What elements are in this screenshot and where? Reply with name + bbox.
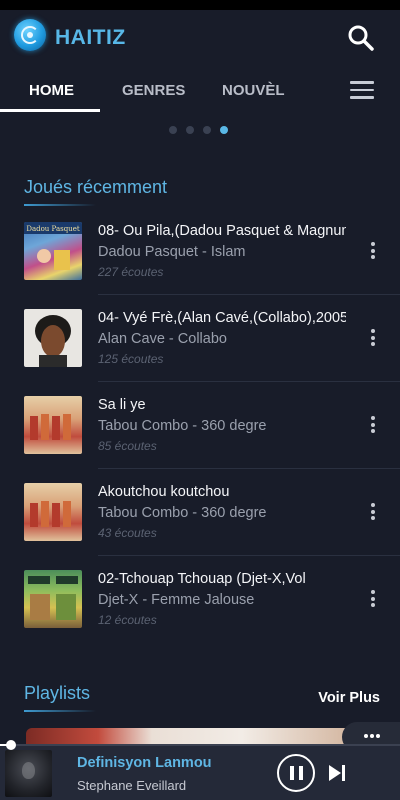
track-artist-album: Tabou Combo - 360 degre [98,418,267,434]
play-count: 43 écoutes [98,526,157,540]
tab-genres[interactable]: GENRES [122,82,185,99]
track-artist-album: Djet-X - Femme Jalouse [98,592,255,608]
track-title: 04- Vyé Frè,(Alan Cavé,(Collabo),2005 [98,310,346,326]
mini-player[interactable]: Definisyon Lanmou Stephane Eveillard [0,740,400,800]
skip-next-icon [329,765,345,781]
track-title: 02-Tchouap Tchouap (Djet-X,Vol [98,571,306,587]
tab-home[interactable]: HOME [29,82,74,99]
track-artist-album: Tabou Combo - 360 degre [98,505,267,521]
album-cover [24,570,82,628]
list-item[interactable]: Dadou Pasquet 08- Ou Pila,(Dadou Pasquet… [0,208,400,295]
album-cover [24,309,82,367]
active-tab-indicator [0,109,100,112]
app-logo-icon [14,19,46,51]
app-bar: HAITIZ [0,10,400,68]
list-item[interactable]: Akoutchou koutchou Tabou Combo - 360 deg… [0,469,400,556]
list-item[interactable]: Sa li ye Tabou Combo - 360 degre 85 écou… [0,382,400,469]
more-vertical-icon[interactable] [370,329,376,347]
play-count: 12 écoutes [98,613,157,627]
app-title: HAITIZ [55,26,126,49]
recent-tracks-list: Dadou Pasquet 08- Ou Pila,(Dadou Pasquet… [0,208,400,643]
pause-icon [290,766,294,780]
track-title: Akoutchou koutchou [98,484,230,500]
more-vertical-icon[interactable] [370,416,376,434]
album-cover: Dadou Pasquet [24,222,82,280]
album-cover [24,396,82,454]
carousel-dot-active[interactable] [220,126,228,134]
carousel-indicator [169,126,228,134]
more-vertical-icon[interactable] [370,503,376,521]
track-artist-album: Alan Cave - Collabo [98,331,227,347]
search-icon [348,25,374,51]
track-artist-album: Dadou Pasquet - Islam [98,244,246,260]
progress-handle[interactable] [6,740,16,750]
more-vertical-icon[interactable] [370,590,376,608]
more-vertical-icon[interactable] [370,242,376,260]
album-cover [24,483,82,541]
play-count: 85 écoutes [98,439,157,453]
play-count: 125 écoutes [98,352,164,366]
now-playing-title: Definisyon Lanmou [77,755,212,771]
pause-button[interactable] [277,754,315,792]
tab-nouvel[interactable]: NOUVÈL [222,82,285,99]
list-item[interactable]: 02-Tchouap Tchouap (Djet-X,Vol Djet-X - … [0,556,400,643]
carousel-dot[interactable] [186,126,194,134]
recent-section-title: Joués récemment [24,177,168,206]
list-item[interactable]: 04- Vyé Frè,(Alan Cavé,(Collabo),2005 Al… [0,295,400,382]
playlists-section-title: Playlists [24,683,97,712]
cover-text: Dadou Pasquet [26,225,80,233]
hamburger-menu-icon[interactable] [350,81,374,99]
tab-bar: HOME GENRES NOUVÈL [0,70,400,112]
now-playing-cover [5,750,52,797]
track-title: 08- Ou Pila,(Dadou Pasquet & Magnum [98,223,346,239]
status-bar [0,0,400,10]
carousel-dot[interactable] [169,126,177,134]
playback-progress-bar[interactable] [0,740,400,750]
search-button[interactable] [346,23,376,53]
next-button[interactable] [327,763,347,783]
track-title: Sa li ye [98,397,146,413]
play-count: 227 écoutes [98,265,164,279]
see-more-link[interactable]: Voir Plus [318,690,380,706]
now-playing-artist: Stephane Eveillard [77,778,187,793]
carousel-dot[interactable] [203,126,211,134]
